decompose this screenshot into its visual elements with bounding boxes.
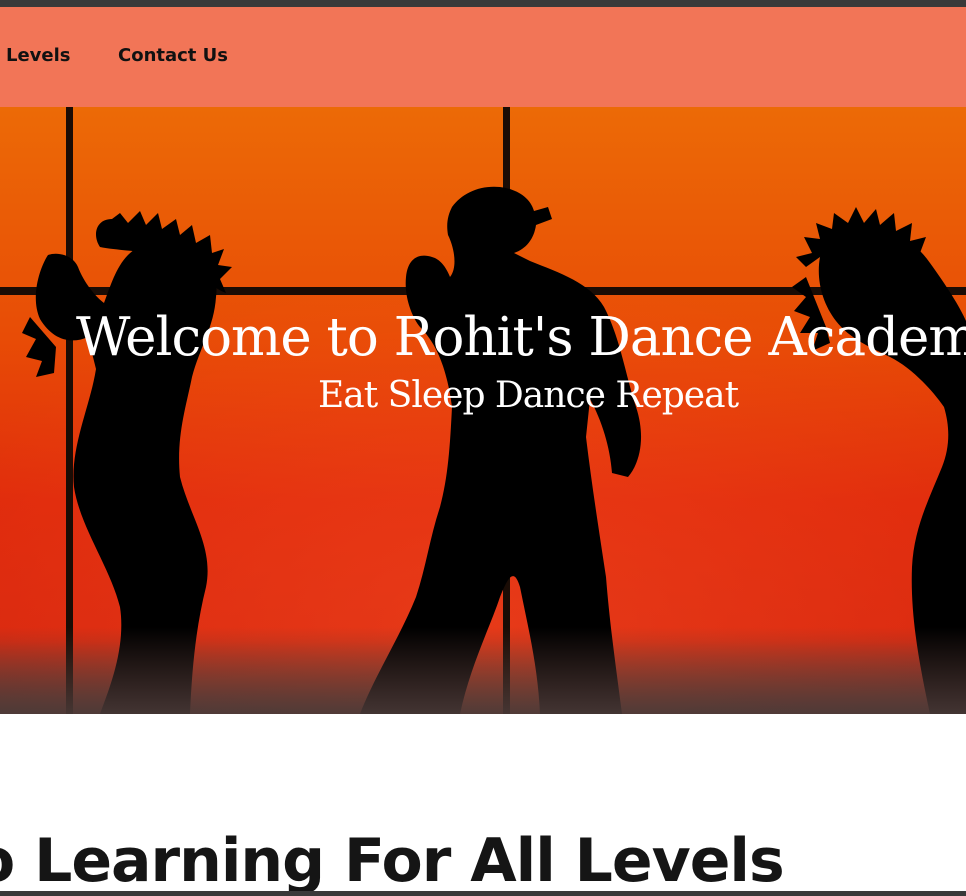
hero-title: Welcome to Rohit's Dance Academy [76,307,966,368]
nav-link-levels[interactable]: Levels [6,45,71,66]
hero-banner: Welcome to Rohit's Dance Academy Eat Sle… [0,107,966,714]
top-border [0,0,966,7]
bottom-border [0,891,966,896]
section-heading: o Learning For All Levels [0,825,785,896]
nav-link-contact-us[interactable]: Contact Us [118,45,228,66]
page: Levels Contact Us Welcome to Rohit's Dan… [0,0,966,896]
navbar: Levels Contact Us [0,7,966,107]
hero-subtitle: Eat Sleep Dance Repeat [318,375,739,416]
